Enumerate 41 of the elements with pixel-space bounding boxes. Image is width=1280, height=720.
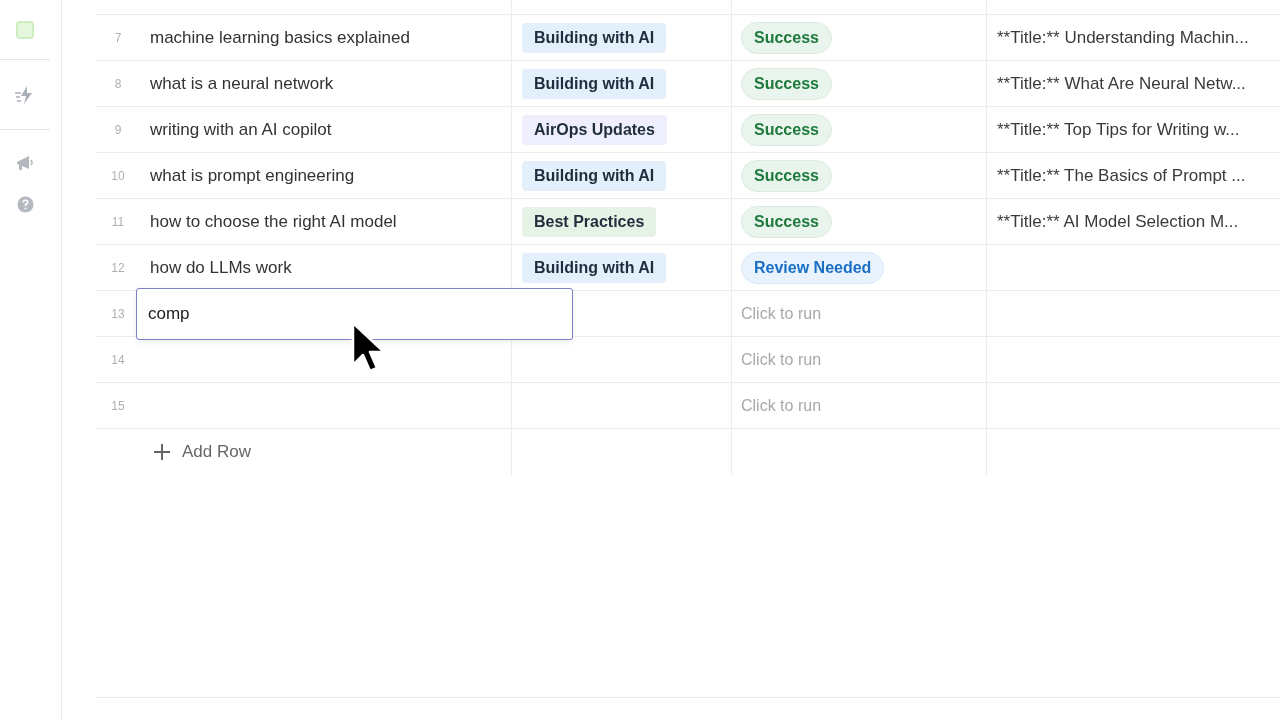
category-tag: Building with AI bbox=[522, 252, 667, 283]
row-number: 11 bbox=[111, 213, 125, 231]
run-prompt[interactable]: Click to run bbox=[741, 347, 822, 372]
app-logo-icon[interactable] bbox=[16, 20, 34, 39]
row-number: 10 bbox=[111, 167, 125, 185]
input-field[interactable]: comp bbox=[136, 288, 573, 340]
category-tag: AirOps Updates bbox=[522, 114, 667, 145]
run-prompt[interactable]: Click to run bbox=[741, 301, 822, 326]
row-number: 13 bbox=[111, 305, 125, 323]
plus-icon bbox=[152, 442, 172, 462]
query-text: what is a neural network bbox=[150, 72, 334, 95]
output-text: **Title:** Understanding Machin... bbox=[997, 26, 1249, 49]
query-text: what is prompt engineering bbox=[150, 164, 355, 187]
row-number: 15 bbox=[111, 397, 125, 415]
status-badge: Success bbox=[741, 113, 832, 146]
status-badge: Success bbox=[741, 159, 832, 192]
category-tag: Building with AI bbox=[522, 22, 667, 53]
category-tag: Building with AI bbox=[522, 160, 667, 191]
query-text: writing with an AI copilot bbox=[150, 118, 332, 141]
status-badge: Success bbox=[741, 21, 832, 54]
output-text: **Title:** What Are Neural Netw... bbox=[997, 72, 1246, 95]
add-row-button[interactable]: Add Row bbox=[152, 439, 251, 465]
output-text: **Title:** Top Tips for Writing w... bbox=[997, 118, 1240, 141]
row-number: 12 bbox=[111, 259, 125, 277]
query-text: how to choose the right AI model bbox=[150, 210, 397, 233]
row-number: 7 bbox=[114, 29, 122, 47]
query-text: machine learning basics explained bbox=[150, 26, 410, 49]
help-icon[interactable] bbox=[16, 196, 34, 213]
megaphone-icon[interactable] bbox=[15, 154, 35, 172]
query-text: how do LLMs work bbox=[150, 256, 292, 279]
row-number: 14 bbox=[111, 351, 125, 369]
status-badge: Review Needed bbox=[741, 251, 885, 284]
status-badge: Success bbox=[741, 67, 832, 100]
category-tag: Building with AI bbox=[522, 68, 667, 99]
output-text: **Title:** AI Model Selection M... bbox=[997, 210, 1239, 233]
output-text: **Title:** The Basics of Prompt ... bbox=[997, 164, 1246, 187]
category-tag: Best Practices bbox=[522, 206, 657, 237]
run-prompt[interactable]: Click to run bbox=[741, 393, 822, 418]
status-badge: Success bbox=[741, 205, 832, 238]
row-number: 8 bbox=[114, 75, 122, 93]
row-number: 9 bbox=[114, 121, 122, 139]
